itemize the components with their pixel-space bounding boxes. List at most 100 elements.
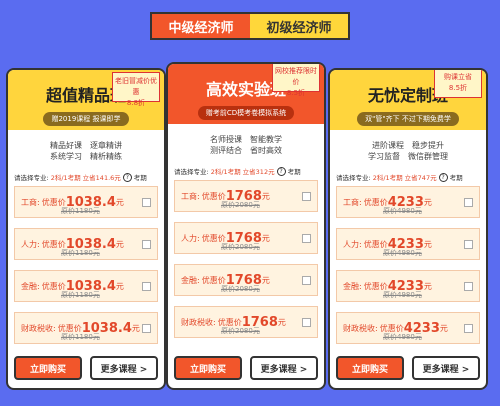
discount-rate: 8.5折 xyxy=(448,84,468,92)
option-checkbox[interactable] xyxy=(302,234,311,243)
feature: 稳步提升 xyxy=(412,141,444,150)
course-option[interactable]: 人力: 优惠价 4233 元原价4980元 xyxy=(336,228,480,260)
feature: 逐章精讲 xyxy=(90,141,122,150)
selector-savings: 立省141.6元 xyxy=(82,174,121,182)
course-option[interactable]: 财政税收: 优惠价 4233 元原价4980元 xyxy=(336,312,480,344)
feature-list: 精品好课 逐章精讲 系统学习 精析精练 xyxy=(8,140,164,162)
option-name: 人力: xyxy=(181,233,200,243)
original-price: 原价1180元 xyxy=(61,207,100,215)
option-checkbox[interactable] xyxy=(142,240,151,249)
course-option[interactable]: 人力: 优惠价 1038.4 元原价1180元 xyxy=(14,228,158,260)
original-price: 原价1180元 xyxy=(61,249,100,257)
option-checkbox[interactable] xyxy=(142,198,151,207)
buy-now-button[interactable]: 立即购买 xyxy=(174,356,242,380)
price-unit: 元 xyxy=(439,323,448,333)
selector-suffix: 考期 xyxy=(287,168,301,176)
buy-now-button[interactable]: 立即购买 xyxy=(336,356,404,380)
price-unit: 元 xyxy=(115,281,124,291)
option-checkbox[interactable] xyxy=(302,192,311,201)
selector-suffix: 考期 xyxy=(449,174,463,182)
level-tabs: 中级经济师 初级经济师 xyxy=(150,12,350,40)
option-name: 金融: xyxy=(181,275,200,285)
price-unit: 元 xyxy=(423,197,432,207)
original-price: 原价2080元 xyxy=(221,327,260,335)
major-selector: 请选择专业: 2科/1考期 立省747元 ? 考期 xyxy=(336,172,482,182)
help-icon[interactable]: ? xyxy=(438,172,448,182)
option-checkbox[interactable] xyxy=(464,240,473,249)
card-subtitle-badge: 赠2019课程 报课即学 xyxy=(43,112,129,126)
more-courses-button[interactable]: 更多课程 > xyxy=(412,356,480,380)
feature: 学习监督 xyxy=(368,152,400,161)
discount-text: 购课立省 xyxy=(444,73,472,81)
option-checkbox[interactable] xyxy=(302,276,311,285)
help-icon[interactable]: ? xyxy=(276,166,286,176)
option-name: 金融: xyxy=(343,281,362,291)
price-unit: 元 xyxy=(277,317,286,327)
option-checkbox[interactable] xyxy=(142,282,151,291)
original-price: 原价4980元 xyxy=(383,333,422,341)
original-price: 原价1180元 xyxy=(61,291,100,299)
card-header: 无忧定制班 双"管"齐下 不过下期免费学 购课立省 8.5折 xyxy=(330,70,486,130)
course-option[interactable]: 金融: 优惠价 1038.4 元原价1180元 xyxy=(14,270,158,302)
discount-rate: 8.8折 xyxy=(126,99,146,107)
selector-count: 2科/1考期 xyxy=(210,168,241,176)
feature: 精析精练 xyxy=(90,152,122,161)
more-courses-button[interactable]: 更多课程 > xyxy=(250,356,318,380)
major-selector: 请选择专业: 2科/1考期 立省141.6元 ? 考期 xyxy=(14,172,160,182)
feature: 进阶课程 xyxy=(372,141,404,150)
option-name: 金融: xyxy=(21,281,40,291)
option-name: 财政税收: xyxy=(21,323,56,333)
option-checkbox[interactable] xyxy=(302,318,311,327)
original-price: 原价2080元 xyxy=(221,201,260,209)
price-unit: 元 xyxy=(261,275,270,285)
option-name: 人力: xyxy=(343,239,362,249)
course-option[interactable]: 金融: 优惠价 1768 元原价2080元 xyxy=(174,264,318,296)
feature: 系统学习 xyxy=(50,152,82,161)
feature: 微信群管理 xyxy=(408,152,448,161)
course-card-custom: 无忧定制班 双"管"齐下 不过下期免费学 购课立省 8.5折 进阶课程 稳步提升 … xyxy=(328,68,488,390)
tab-intermediate-economist[interactable]: 中级经济师 xyxy=(152,14,250,38)
discount-tag: 网校推荐限时价 8.5折 xyxy=(272,64,320,97)
discount-text: 老旧冒减价优惠 xyxy=(115,77,157,96)
option-checkbox[interactable] xyxy=(464,324,473,333)
option-checkbox[interactable] xyxy=(464,198,473,207)
option-checkbox[interactable] xyxy=(464,282,473,291)
original-price: 原价4980元 xyxy=(383,207,422,215)
selector-prefix: 请选择专业: xyxy=(336,174,371,182)
option-name: 人力: xyxy=(21,239,40,249)
buy-now-button[interactable]: 立即购买 xyxy=(14,356,82,380)
card-header: 超值精品班 赠2019课程 报课即学 老旧冒减价优惠 8.8折 xyxy=(8,70,164,130)
course-option[interactable]: 财政税收: 优惠价 1038.4 元原价1180元 xyxy=(14,312,158,344)
selector-suffix: 考期 xyxy=(133,174,147,182)
feature: 测评结合 xyxy=(210,146,242,155)
course-card-efficient: 高效实验班 赠考前CD模考卷模拟系统 网校推荐限时价 8.5折 名师授课 智能教学… xyxy=(166,62,326,390)
option-checkbox[interactable] xyxy=(142,324,151,333)
price-unit: 元 xyxy=(115,197,124,207)
course-option[interactable]: 金融: 优惠价 4233 元原价4980元 xyxy=(336,270,480,302)
card-subtitle-badge: 赠考前CD模考卷模拟系统 xyxy=(197,106,295,120)
card-header: 高效实验班 赠考前CD模考卷模拟系统 网校推荐限时价 8.5折 xyxy=(168,64,324,124)
course-option[interactable]: 人力: 优惠价 1768 元原价2080元 xyxy=(174,222,318,254)
course-option[interactable]: 工商: 优惠价 1768 元原价2080元 xyxy=(174,180,318,212)
discount-rate: 8.5折 xyxy=(286,89,306,97)
help-icon[interactable]: ? xyxy=(122,172,132,182)
selector-count: 2科/1考期 xyxy=(372,174,403,182)
feature: 智能教学 xyxy=(250,135,282,144)
original-price: 原价4980元 xyxy=(383,249,422,257)
selector-savings: 立省312元 xyxy=(242,168,275,176)
course-option[interactable]: 财政税收: 优惠价 1768 元原价2080元 xyxy=(174,306,318,338)
option-name: 工商: xyxy=(181,191,200,201)
price-unit: 元 xyxy=(423,239,432,249)
option-name: 工商: xyxy=(21,197,40,207)
original-price: 原价2080元 xyxy=(221,285,260,293)
card-subtitle-badge: 双"管"齐下 不过下期免费学 xyxy=(357,112,459,126)
original-price: 原价4980元 xyxy=(383,291,422,299)
price-unit: 元 xyxy=(131,323,140,333)
tab-junior-economist[interactable]: 初级经济师 xyxy=(250,14,348,38)
feature: 名师授课 xyxy=(210,135,242,144)
more-courses-button[interactable]: 更多课程 > xyxy=(90,356,158,380)
option-name: 财政税收: xyxy=(181,317,216,327)
selector-prefix: 请选择专业: xyxy=(14,174,49,182)
course-option[interactable]: 工商: 优惠价 4233 元原价4980元 xyxy=(336,186,480,218)
course-option[interactable]: 工商: 优惠价 1038.4 元原价1180元 xyxy=(14,186,158,218)
